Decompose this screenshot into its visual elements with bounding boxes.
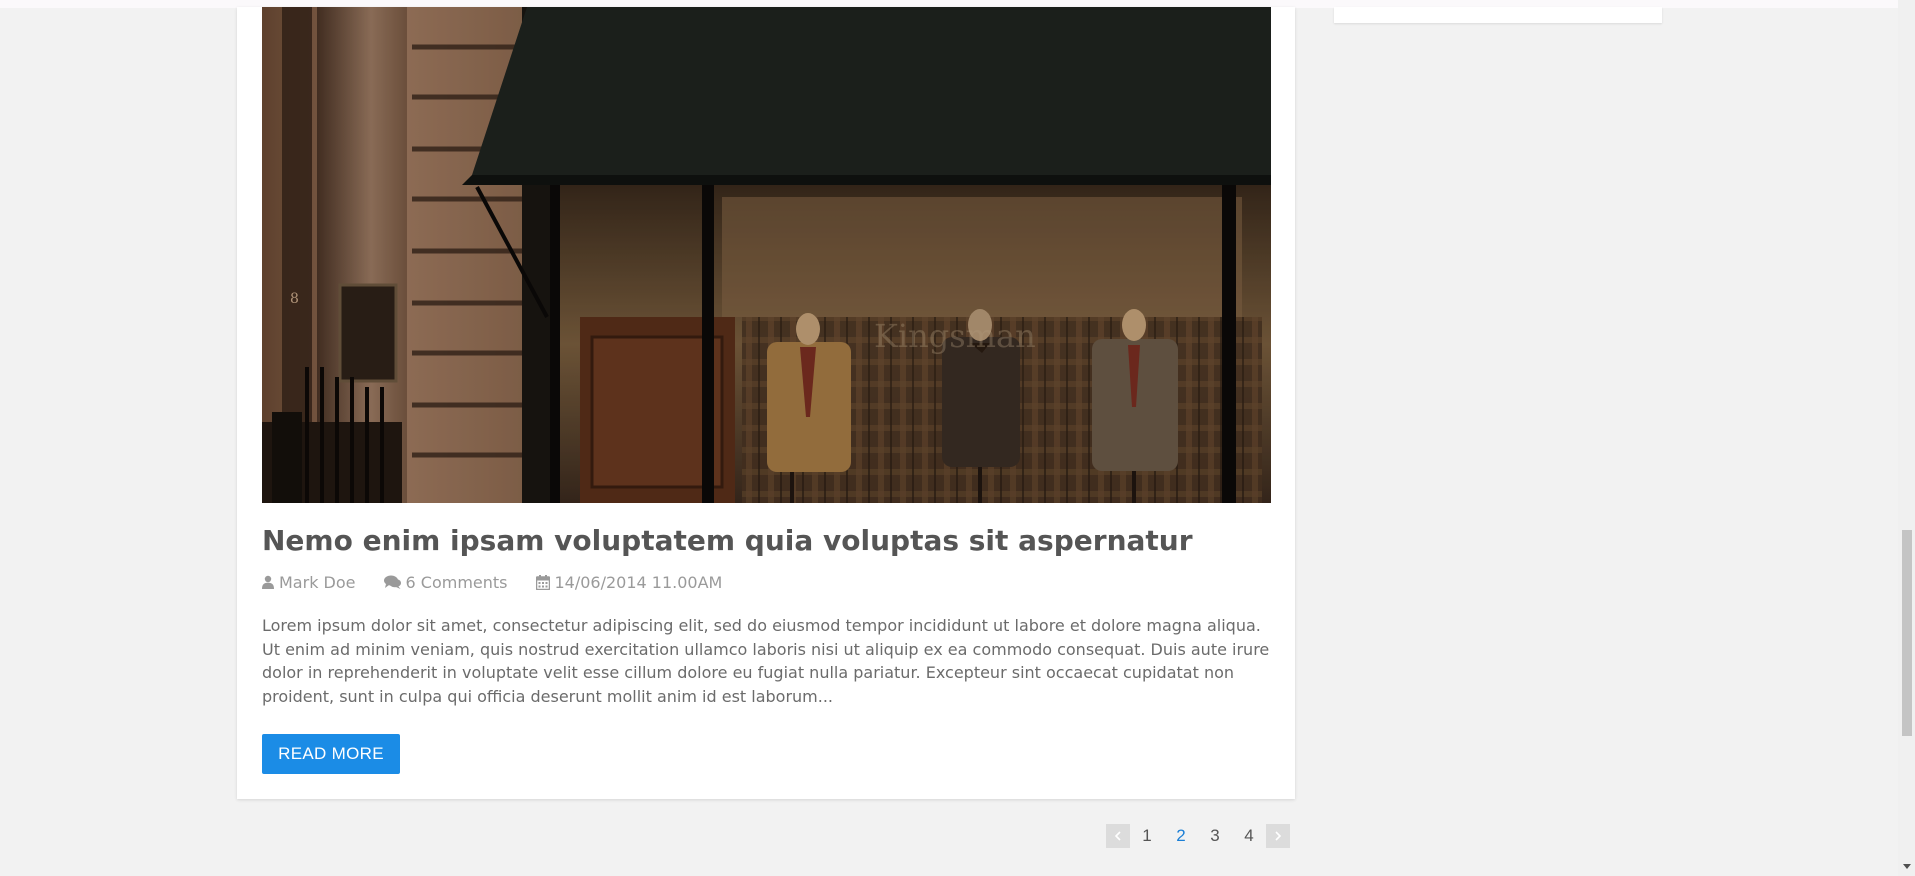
page-link-2[interactable]: 2 [1164,826,1198,846]
triangle-down-icon [1902,864,1911,869]
scrollbar[interactable] [1898,0,1915,876]
read-more-button[interactable]: READ MORE [262,734,400,774]
sidebar-widget [1334,7,1662,23]
prev-page-button[interactable] [1106,824,1130,848]
post-author[interactable]: Mark Doe [262,573,356,592]
page-link-3[interactable]: 3 [1198,826,1232,846]
post-title[interactable]: Nemo enim ipsam voluptatem quia voluptas… [262,524,1271,557]
comments-count: 6 Comments [405,572,508,592]
author-name: Mark Doe [279,572,356,592]
comments-icon [383,575,401,589]
page-link-1[interactable]: 1 [1130,826,1164,846]
user-icon [262,575,274,589]
calendar-icon [535,574,550,590]
pagination: 1 2 3 4 [1106,824,1290,848]
scrollbar-thumb[interactable] [1902,530,1912,736]
chevron-left-icon [1114,831,1121,841]
post-comments[interactable]: 6 Comments [383,572,508,592]
post-excerpt: Lorem ipsum dolor sit amet, consectetur … [262,616,1270,706]
next-page-button[interactable] [1266,824,1290,848]
post-meta: Mark Doe 6 Comments 14/06/2014 11.00AM [262,572,750,592]
chevron-right-icon [1275,831,1282,841]
page-link-4[interactable]: 4 [1232,826,1266,846]
date-text: 14/06/2014 11.00AM [554,572,723,592]
post-featured-image[interactable]: 8 Kingsman [262,7,1271,503]
post-date: 14/06/2014 11.00AM [535,572,723,592]
scroll-down-button[interactable] [1898,858,1915,876]
